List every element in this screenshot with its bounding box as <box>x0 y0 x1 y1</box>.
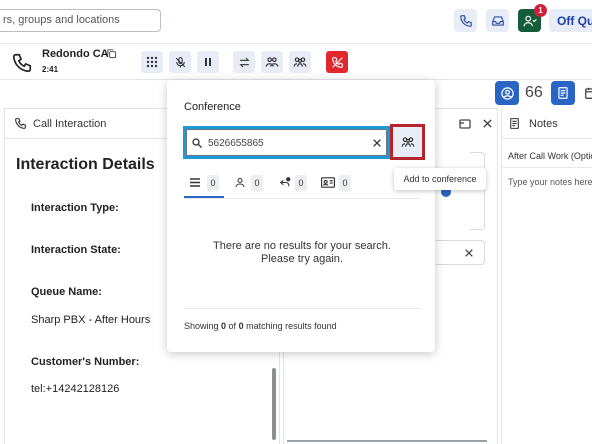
conference-icon <box>265 57 279 67</box>
expand-icon[interactable] <box>459 119 471 129</box>
calendar-tab-button[interactable] <box>579 81 592 105</box>
mic-off-icon <box>175 56 185 67</box>
no-results-line-2: Please try again. <box>261 253 343 265</box>
call-interaction-header: Call Interaction <box>33 118 107 130</box>
inbox-button[interactable] <box>486 9 509 32</box>
end-call-icon <box>331 56 343 68</box>
customer-number-label: Customer's Number: <box>31 356 140 368</box>
mute-button[interactable] <box>169 51 191 73</box>
tab-contacts-count: 0 <box>339 175 351 191</box>
phone-icon <box>11 52 33 74</box>
list-icon[interactable] <box>189 177 201 188</box>
interaction-state-label: Interaction State: <box>31 244 121 256</box>
bottom-scroll <box>287 440 487 442</box>
interaction-details-title: Interaction Details <box>16 156 155 173</box>
no-results-line-1: There are no results for your search. <box>213 240 391 252</box>
merge-button[interactable] <box>289 51 311 73</box>
queue-status-button[interactable]: Off Que <box>549 9 592 32</box>
notes-textarea[interactable]: Type your notes here <box>508 177 592 187</box>
add-to-conference-tooltip: Add to conference <box>394 168 486 190</box>
interaction-type-label: Interaction Type: <box>31 202 119 214</box>
add-conference-icon <box>401 137 414 147</box>
notes-tab-button[interactable] <box>551 81 575 105</box>
person-icon[interactable] <box>234 176 246 189</box>
profile-tab-button[interactable] <box>495 81 519 105</box>
call-duration: 2:41 <box>42 65 59 74</box>
clear-field-icon[interactable] <box>464 248 474 258</box>
conference-search-input[interactable] <box>208 136 358 150</box>
middle-card <box>470 152 485 230</box>
summary-suffix: matching results found <box>243 321 337 331</box>
hold-button[interactable] <box>197 51 219 73</box>
notes-header: Notes <box>529 118 558 130</box>
tab-divider <box>184 198 420 199</box>
no-results-message: There are no results for your search. Pl… <box>184 240 420 266</box>
results-summary: Showing 0 of 0 matching results found <box>184 321 337 331</box>
phone-icon <box>459 14 472 27</box>
contact-card-icon[interactable] <box>321 177 335 188</box>
after-call-work-select[interactable]: After Call Work (Optio <box>508 151 592 161</box>
document-icon <box>558 87 568 99</box>
global-search-input[interactable]: rs, groups and locations <box>0 9 161 32</box>
clear-search-icon[interactable] <box>372 138 382 148</box>
divider <box>501 138 592 139</box>
close-panel-icon[interactable] <box>482 118 493 129</box>
transfer-button[interactable] <box>233 51 255 73</box>
phone-button[interactable] <box>454 9 477 32</box>
footer-divider <box>184 308 420 309</box>
tab-queues-count: 0 <box>295 175 307 191</box>
add-to-conference-button[interactable] <box>390 124 425 160</box>
tab-users-count: 0 <box>251 175 263 191</box>
notes-icon <box>508 117 521 130</box>
middle-field[interactable] <box>430 240 485 265</box>
pause-icon <box>205 58 211 66</box>
transfer-icon <box>238 57 250 67</box>
tab-all-count: 0 <box>207 175 219 191</box>
notification-badge: 1 <box>534 4 547 17</box>
active-tab-indicator <box>184 196 224 198</box>
queue-name-value: Sharp PBX - After Hours <box>31 314 151 326</box>
calendar-icon <box>585 87 592 99</box>
summary-of: of <box>226 321 239 331</box>
end-call-button[interactable] <box>326 51 348 73</box>
summary-prefix: Showing <box>184 321 222 331</box>
dialpad-icon <box>146 56 158 68</box>
search-icon <box>191 137 203 149</box>
phone-outline-icon <box>14 117 27 130</box>
inbox-icon <box>491 15 504 26</box>
scrollbar-thumb[interactable] <box>272 368 276 440</box>
queue-name-label: Queue Name: <box>31 286 102 298</box>
caller-name: Redondo CA <box>42 48 109 60</box>
call-queue-icon[interactable] <box>278 176 292 189</box>
copy-icon[interactable] <box>106 48 117 59</box>
merge-people-icon <box>293 57 307 67</box>
conference-popover <box>167 80 435 352</box>
conference-title: Conference <box>184 101 241 113</box>
user-circle-icon <box>500 86 514 100</box>
divider <box>501 167 592 168</box>
dialpad-button[interactable] <box>141 51 163 73</box>
count-indicator: 66 <box>525 84 543 101</box>
conference-button[interactable] <box>261 51 283 73</box>
customer-number-value: tel:+14242128126 <box>31 383 120 395</box>
agent-icon <box>523 15 537 26</box>
